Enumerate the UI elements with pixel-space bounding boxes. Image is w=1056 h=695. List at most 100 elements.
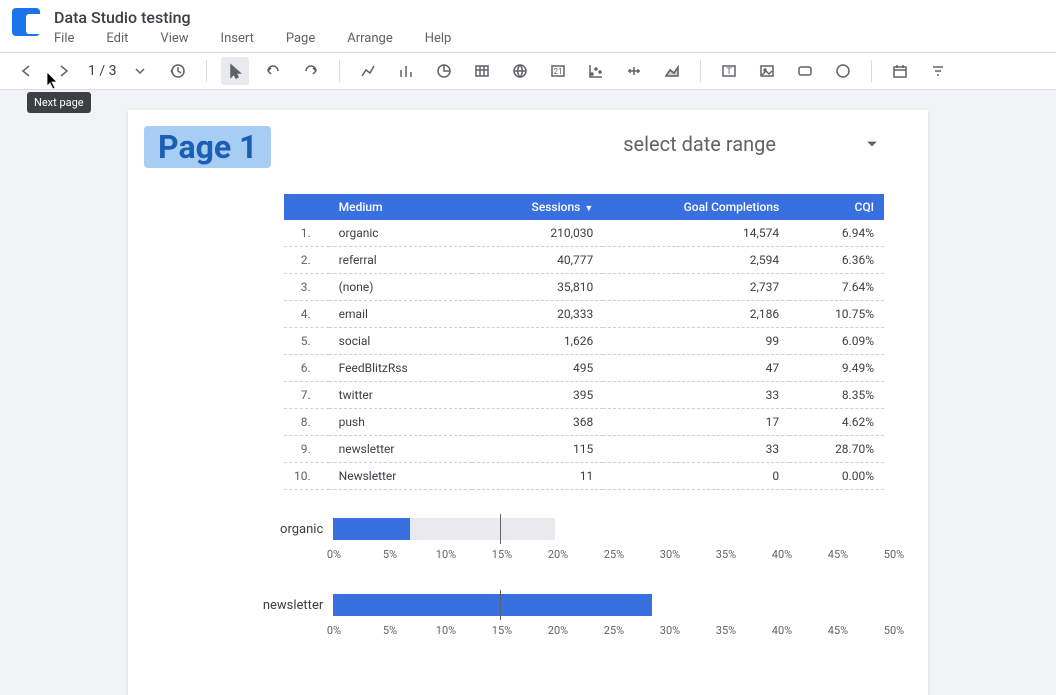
toolbar-separator	[700, 60, 701, 82]
bar-fill	[333, 594, 651, 616]
table-row[interactable]: 4.email20,3332,18610.75%	[284, 301, 884, 328]
sort-desc-icon: ▼	[584, 204, 593, 214]
bar-chart[interactable]: organic0%5%10%15%20%25%30%35%40%45%50%	[244, 514, 888, 566]
table-row[interactable]: 6.FeedBlitzRss495479.49%	[284, 355, 884, 382]
table-row[interactable]: 3.(none)35,8102,7377.64%	[284, 274, 884, 301]
cell-medium: newsletter	[329, 436, 472, 463]
bar-label: organic	[244, 522, 333, 537]
area-chart-icon[interactable]	[658, 57, 686, 85]
x-axis: 0%5%10%15%20%25%30%35%40%45%50%	[334, 624, 894, 642]
cell-n: 6.	[284, 355, 329, 382]
bullet-icon[interactable]	[620, 57, 648, 85]
col-header[interactable]: CQI	[789, 194, 884, 220]
date-range-control[interactable]: select date range	[623, 132, 878, 156]
toolbar-separator	[339, 60, 340, 82]
axis-tick: 0%	[327, 624, 341, 637]
marker-line	[500, 514, 501, 544]
circle-icon[interactable]	[829, 57, 857, 85]
axis-tick: 50%	[884, 624, 904, 637]
history-icon[interactable]	[164, 57, 192, 85]
cell-medium: social	[329, 328, 472, 355]
menu-view[interactable]: View	[160, 31, 188, 46]
col-header[interactable]	[284, 194, 329, 220]
data-table[interactable]: MediumSessions▼Goal CompletionsCQI 1.org…	[284, 194, 884, 490]
axis-tick: 40%	[772, 548, 792, 561]
page-dropdown-icon[interactable]	[126, 57, 154, 85]
filter-icon[interactable]	[924, 57, 952, 85]
scatter-icon[interactable]	[582, 57, 610, 85]
next-page-tooltip: Next page	[27, 92, 91, 113]
axis-tick: 40%	[772, 624, 792, 637]
cell-medium: Newsletter	[329, 463, 472, 490]
table-row[interactable]: 1.organic210,03014,5746.94%	[284, 220, 884, 247]
pointer-icon[interactable]	[221, 57, 249, 85]
cell-goals: 2,186	[603, 301, 789, 328]
undo-icon[interactable]	[259, 57, 287, 85]
axis-tick: 10%	[436, 624, 456, 637]
cell-medium: twitter	[329, 382, 472, 409]
bar-track	[333, 518, 888, 540]
axis-tick: 20%	[548, 624, 568, 637]
cell-medium: push	[329, 409, 472, 436]
cell-goals: 2,737	[603, 274, 789, 301]
table-row[interactable]: 7.twitter395338.35%	[284, 382, 884, 409]
menu-insert[interactable]: Insert	[221, 31, 254, 46]
redo-icon[interactable]	[297, 57, 325, 85]
table-row[interactable]: 8.push368174.62%	[284, 409, 884, 436]
report-page[interactable]: Page 1 select date range MediumSessions▼…	[128, 110, 928, 695]
cell-cqi: 9.49%	[789, 355, 884, 382]
cell-n: 2.	[284, 247, 329, 274]
page-counter[interactable]: 1 / 3	[88, 63, 116, 79]
toolbar-separator	[206, 60, 207, 82]
app-logo[interactable]	[12, 8, 40, 36]
table-row[interactable]: 2.referral40,7772,5946.36%	[284, 247, 884, 274]
cell-goals: 0	[603, 463, 789, 490]
text-icon[interactable]: T	[715, 57, 743, 85]
toolbar-separator	[871, 60, 872, 82]
cell-sessions: 11	[472, 463, 603, 490]
cell-sessions: 20,333	[472, 301, 603, 328]
menu-edit[interactable]: Edit	[106, 31, 128, 46]
pie-chart-icon[interactable]	[430, 57, 458, 85]
axis-tick: 25%	[604, 548, 624, 561]
page-title[interactable]: Page 1	[144, 126, 271, 168]
cell-goals: 47	[603, 355, 789, 382]
prev-page-icon[interactable]	[12, 57, 40, 85]
globe-icon[interactable]	[506, 57, 534, 85]
menu-page[interactable]: Page	[286, 31, 315, 46]
cell-goals: 99	[603, 328, 789, 355]
axis-tick: 10%	[436, 548, 456, 561]
col-header[interactable]: Medium	[329, 194, 472, 220]
menu-help[interactable]: Help	[425, 31, 452, 46]
bar-chart-icon[interactable]	[392, 57, 420, 85]
line-chart-icon[interactable]	[354, 57, 382, 85]
scorecard-icon[interactable]: 21	[544, 57, 572, 85]
cell-n: 3.	[284, 274, 329, 301]
rectangle-icon[interactable]	[791, 57, 819, 85]
x-axis: 0%5%10%15%20%25%30%35%40%45%50%	[334, 548, 894, 566]
axis-tick: 0%	[327, 548, 341, 561]
cell-cqi: 8.35%	[789, 382, 884, 409]
canvas[interactable]: Page 1 select date range MediumSessions▼…	[0, 90, 1056, 695]
svg-text:21: 21	[554, 67, 563, 76]
doc-title[interactable]: Data Studio testing	[54, 8, 1044, 27]
axis-tick: 5%	[383, 624, 397, 637]
bar-chart[interactable]: newsletter0%5%10%15%20%25%30%35%40%45%50…	[244, 590, 888, 642]
table-row[interactable]: 10.Newsletter1100.00%	[284, 463, 884, 490]
cell-medium: (none)	[329, 274, 472, 301]
table-icon[interactable]	[468, 57, 496, 85]
date-range-icon[interactable]	[886, 57, 914, 85]
menu-arrange[interactable]: Arrange	[347, 31, 392, 46]
cell-cqi: 4.62%	[789, 409, 884, 436]
menu-file[interactable]: File	[54, 31, 74, 46]
bar-track	[333, 594, 888, 616]
cell-sessions: 495	[472, 355, 603, 382]
col-header[interactable]: Sessions▼	[472, 194, 603, 220]
table-row[interactable]: 9.newsletter1153328.70%	[284, 436, 884, 463]
cell-cqi: 28.70%	[789, 436, 884, 463]
col-header[interactable]: Goal Completions	[603, 194, 789, 220]
image-icon[interactable]	[753, 57, 781, 85]
cell-cqi: 6.94%	[789, 220, 884, 247]
table-row[interactable]: 5.social1,626996.09%	[284, 328, 884, 355]
next-page-icon[interactable]	[50, 57, 78, 85]
